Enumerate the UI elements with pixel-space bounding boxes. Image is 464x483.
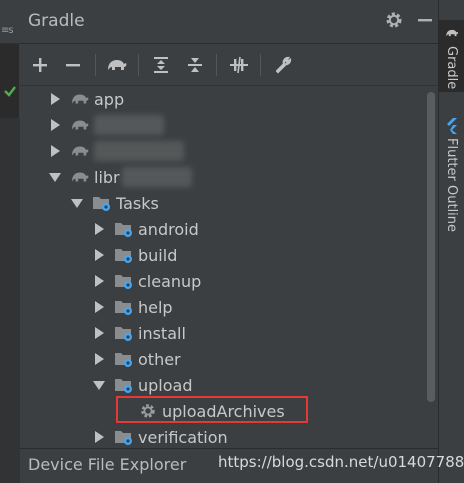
task-folder-icon [114, 427, 134, 447]
expand-arrow-icon[interactable] [92, 248, 106, 262]
collapse-all-icon[interactable] [182, 52, 208, 78]
tree-item-help[interactable]: help [92, 294, 173, 320]
task-folder-icon [114, 375, 134, 395]
add-icon[interactable] [27, 52, 53, 78]
task-folder-icon [114, 219, 134, 239]
panel-header: Gradle [20, 0, 438, 44]
device-file-explorer-tab[interactable]: Device File Explorer [28, 455, 186, 474]
highlight-box [116, 396, 308, 423]
remove-icon[interactable] [60, 52, 86, 78]
toolbar-separator [216, 54, 217, 76]
vertical-scrollbar[interactable] [427, 92, 435, 452]
gradle-tab-label: Gradle [444, 46, 459, 90]
check-icon [4, 86, 16, 97]
tree-item-label: build [138, 245, 178, 265]
redacted-label [121, 167, 192, 187]
gradle-elephant-icon [70, 89, 90, 109]
tree-item-other[interactable]: other [92, 346, 181, 372]
expand-arrow-icon[interactable] [92, 326, 106, 340]
gradle-elephant-icon [70, 115, 90, 135]
tree-item-verification[interactable]: verification [92, 424, 228, 450]
toolbar-separator [138, 54, 139, 76]
redacted-label [94, 141, 184, 161]
tree-item-label: help [138, 297, 173, 317]
gradle-elephant-icon [446, 29, 458, 37]
collapse-arrow-icon[interactable] [92, 378, 106, 392]
settings-gear-icon[interactable] [384, 10, 404, 30]
redacted-label [94, 115, 164, 135]
gradle-elephant-icon [70, 141, 90, 161]
tree-item-label: cleanup [138, 271, 202, 291]
tree-item-label: android [138, 219, 199, 239]
task-folder-icon [114, 245, 134, 265]
expand-arrow-icon[interactable] [92, 222, 106, 236]
tree-item-library[interactable]: libr [48, 164, 192, 190]
collapse-arrow-icon[interactable] [70, 196, 84, 210]
task-folder-icon [92, 193, 112, 213]
tree-item-label: install [138, 323, 186, 343]
tree-item-tasks[interactable]: Tasks [70, 190, 159, 216]
task-folder-icon [114, 349, 134, 369]
expand-arrow-icon[interactable] [92, 300, 106, 314]
tree-item-module[interactable] [48, 112, 164, 138]
flutter-outline-tab[interactable]: Flutter Outline [444, 138, 459, 232]
flutter-icon [447, 118, 457, 134]
wrench-icon[interactable] [270, 52, 296, 78]
panel-title: Gradle [28, 11, 85, 31]
expand-arrow-icon[interactable] [92, 352, 106, 366]
task-folder-icon [114, 323, 134, 343]
tree-item-cleanup[interactable]: cleanup [92, 268, 201, 294]
gradle-toolbar [20, 44, 438, 86]
expand-arrow-icon[interactable] [48, 92, 62, 106]
gradle-panel: Gradle app libr Tasks android build clea… [20, 0, 438, 483]
right-tool-strip: Gradle Flutter Outline [438, 0, 464, 483]
expand-arrow-icon[interactable] [48, 118, 62, 132]
collapse-arrow-icon[interactable] [48, 170, 62, 184]
task-folder-icon [114, 271, 134, 291]
tree-item-module[interactable] [48, 138, 184, 164]
editor-tab-area: ≡s [0, 0, 20, 44]
tree-item-label: verification [138, 427, 228, 447]
toolbar-separator [95, 54, 96, 76]
tree-item-label: app [94, 89, 125, 109]
tree-item-app[interactable]: app [48, 86, 124, 112]
editor-scroll-area [0, 118, 20, 483]
tree-item-android[interactable]: android [92, 216, 199, 242]
expand-arrow-icon[interactable] [92, 274, 106, 288]
expand-arrow-icon[interactable] [92, 430, 106, 444]
scrollbar-thumb[interactable] [427, 92, 435, 402]
tree-item-install[interactable]: install [92, 320, 186, 346]
gradle-elephant-icon[interactable] [104, 52, 130, 78]
editor-gutter: ≡s [0, 0, 20, 483]
toolbar-separator [260, 54, 261, 76]
tree-item-label: Tasks [116, 193, 159, 213]
tree-item-label: upload [138, 375, 193, 395]
tree-item-build[interactable]: build [92, 242, 177, 268]
tree-item-upload[interactable]: upload [92, 372, 193, 398]
expand-arrow-icon[interactable] [48, 144, 62, 158]
minimize-icon[interactable] [416, 10, 434, 30]
watermark-url: https://blog.csdn.net/u014077888 [218, 453, 464, 471]
structure-icon[interactable]: ≡s [1, 25, 14, 36]
gradle-elephant-icon [70, 167, 90, 187]
task-folder-icon [114, 297, 134, 317]
tree-item-label: libr [94, 167, 120, 187]
tree-item-label: other [138, 349, 181, 369]
gradle-side-tab[interactable]: Gradle [439, 20, 464, 92]
toggle-offline-icon[interactable] [226, 52, 252, 78]
expand-all-icon[interactable] [148, 52, 174, 78]
